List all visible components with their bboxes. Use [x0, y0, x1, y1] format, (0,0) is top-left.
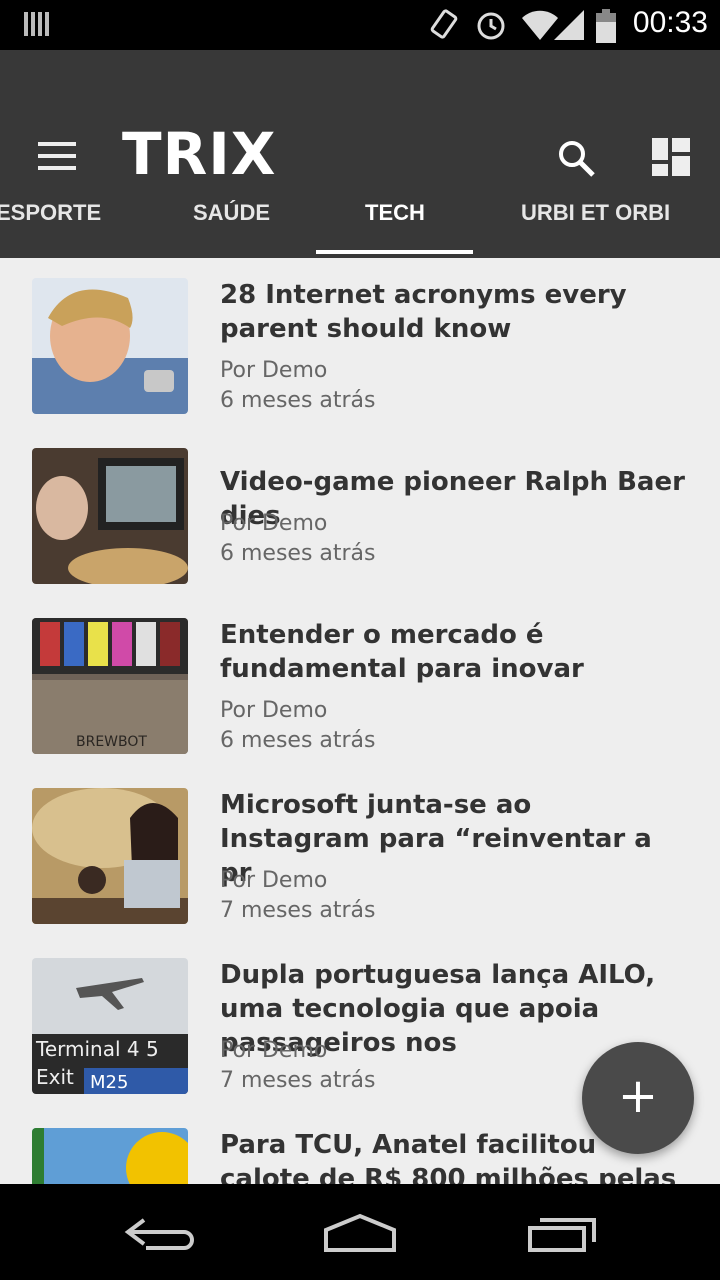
article-thumbnail [32, 788, 188, 924]
article-author: Por Demo [220, 511, 328, 536]
article-thumbnail [32, 278, 188, 414]
article-author: Por Demo [220, 1038, 328, 1063]
article-time: 6 meses atrás [220, 541, 376, 566]
article-author: Por Demo [220, 358, 328, 383]
status-time: 00:33 [632, 6, 708, 39]
app-title: TRIX [122, 120, 277, 188]
article-title[interactable]: 28 Internet acronyms every parent should… [220, 278, 690, 346]
article-thumbnail [32, 1128, 188, 1184]
tab-urbi-et-orbi[interactable]: URBI ET ORBI [521, 200, 670, 226]
article-thumbnail: Terminal 4 5 Exit M25 [32, 958, 188, 1094]
signal-bars-icon [24, 12, 49, 36]
m25-sign-text: M25 [90, 1072, 128, 1093]
menu-icon[interactable] [38, 142, 76, 170]
active-tab-indicator [316, 250, 473, 254]
grid-layout-icon[interactable] [652, 138, 690, 176]
tab-tech[interactable]: TECH [365, 200, 425, 226]
category-tabs: ESPORTE SAÚDE TECH URBI ET ORBI [0, 190, 720, 258]
add-button[interactable]: + [582, 1042, 694, 1154]
cell-signal-icon [554, 10, 584, 40]
recent-apps-icon[interactable] [526, 1214, 598, 1254]
tab-esporte[interactable]: ESPORTE [0, 200, 101, 226]
brewbot-text: BREWBOT [76, 734, 147, 750]
article-author: Por Demo [220, 698, 328, 723]
status-bar: 00:33 [0, 0, 720, 50]
terminal-sign-text: Terminal 4 5 [35, 1037, 159, 1061]
article-thumbnail [32, 448, 188, 584]
article-time: 7 meses atrás [220, 1068, 376, 1093]
home-icon[interactable] [322, 1212, 398, 1254]
system-navigation-bar [0, 1184, 720, 1280]
article-thumbnail: BREWBOT [32, 618, 188, 754]
article-title[interactable]: Entender o mercado é fundamental para in… [220, 618, 690, 686]
exit-sign-text: Exit [36, 1065, 74, 1089]
article-time: 7 meses atrás [220, 898, 376, 923]
vibrate-icon [430, 9, 458, 39]
search-icon[interactable] [556, 138, 596, 178]
battery-icon [596, 9, 616, 43]
tab-saude[interactable]: SAÚDE [193, 200, 270, 226]
article-time: 6 meses atrás [220, 388, 376, 413]
alarm-icon [477, 12, 505, 40]
article-list[interactable]: 28 Internet acronyms every parent should… [0, 258, 720, 1184]
article-time: 6 meses atrás [220, 728, 376, 753]
article-author: Por Demo [220, 868, 328, 893]
back-icon[interactable] [122, 1212, 198, 1252]
